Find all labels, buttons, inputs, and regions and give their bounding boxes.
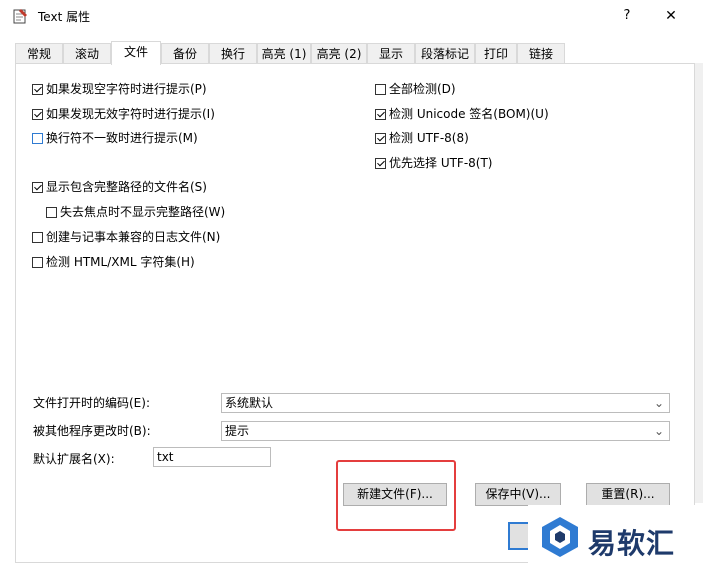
option-warn-invalid-char[interactable]: 如果发现无效字符时进行提示(I)	[32, 105, 215, 123]
option-hide-path-on-blur[interactable]: 失去焦点时不显示完整路径(W)	[46, 203, 225, 221]
default-ext-input[interactable]	[154, 448, 270, 466]
tab-wrap[interactable]: 换行	[209, 43, 257, 64]
option-show-full-path[interactable]: 显示包含完整路径的文件名(S)	[32, 178, 207, 196]
watermark-text: 易软汇	[588, 527, 676, 560]
close-button[interactable]: ✕	[656, 4, 686, 28]
checkbox-unchecked-icon[interactable]	[32, 257, 43, 268]
option-detect-utf8[interactable]: 检测 UTF-8(8)	[375, 129, 469, 147]
title-bar: Text 属性 ? ✕	[0, 0, 703, 33]
chevron-down-icon: ⌄	[653, 424, 665, 438]
checkbox-checked-icon[interactable]	[32, 84, 43, 95]
modified-select-value: 提示	[225, 424, 250, 438]
encoding-select[interactable]: 系统默认 ⌄	[221, 393, 670, 413]
option-prefer-utf8[interactable]: 优先选择 UTF-8(T)	[375, 154, 493, 172]
chevron-down-icon: ⌄	[653, 396, 665, 410]
checkbox-unchecked-icon[interactable]	[375, 84, 386, 95]
tab-paragraph-marks[interactable]: 段落标记	[415, 43, 475, 64]
checkbox-checked-icon[interactable]	[375, 109, 386, 120]
watermark-logo-icon	[542, 517, 578, 557]
tab-highlight-2[interactable]: 高亮 (2)	[311, 43, 367, 64]
reset-button[interactable]: 重置(R)...	[586, 483, 670, 506]
encoding-label: 文件打开时的编码(E):	[33, 396, 150, 410]
help-button[interactable]: ?	[613, 4, 641, 28]
notepad-app-icon	[13, 9, 27, 24]
option-warn-inconsistent-newline[interactable]: 换行符不一致时进行提示(M)	[32, 129, 198, 147]
tab-file[interactable]: 文件	[111, 41, 161, 65]
default-ext-label: 默认扩展名(X):	[33, 452, 115, 466]
window-title: Text 属性	[38, 10, 91, 24]
encoding-select-value: 系统默认	[225, 396, 274, 410]
tab-highlight-1[interactable]: 高亮 (1)	[257, 43, 311, 64]
tab-backup[interactable]: 备份	[161, 43, 209, 64]
checkbox-unchecked-icon[interactable]	[32, 133, 43, 144]
checkbox-checked-icon[interactable]	[32, 109, 43, 120]
tab-links[interactable]: 链接	[517, 43, 565, 64]
modified-select[interactable]: 提示 ⌄	[221, 421, 670, 441]
default-ext-input-box[interactable]	[153, 447, 271, 467]
annotation-highlight-box	[336, 460, 456, 531]
checkbox-checked-icon[interactable]	[375, 158, 386, 169]
watermark: 易软汇	[528, 505, 703, 569]
save-as-button[interactable]: 保存中(V)...	[475, 483, 561, 506]
option-detect-unicode-bom[interactable]: 检测 Unicode 签名(BOM)(U)	[375, 105, 549, 123]
tab-print[interactable]: 打印	[475, 43, 517, 64]
checkbox-checked-icon[interactable]	[32, 182, 43, 193]
tab-scroll[interactable]: 滚动	[63, 43, 111, 64]
option-notepad-log[interactable]: 创建与记事本兼容的日志文件(N)	[32, 228, 220, 246]
checkbox-unchecked-icon[interactable]	[46, 207, 57, 218]
tab-general[interactable]: 常规	[15, 43, 63, 64]
tab-display[interactable]: 显示	[367, 43, 415, 64]
checkbox-unchecked-icon[interactable]	[32, 232, 43, 243]
option-detect-html-xml-charset[interactable]: 检测 HTML/XML 字符集(H)	[32, 253, 195, 271]
option-detect-all[interactable]: 全部检测(D)	[375, 80, 456, 98]
modified-label: 被其他程序更改时(B):	[33, 424, 151, 438]
checkbox-checked-icon[interactable]	[375, 133, 386, 144]
window-edge	[695, 63, 703, 503]
option-warn-null-char[interactable]: 如果发现空字符时进行提示(P)	[32, 80, 207, 98]
